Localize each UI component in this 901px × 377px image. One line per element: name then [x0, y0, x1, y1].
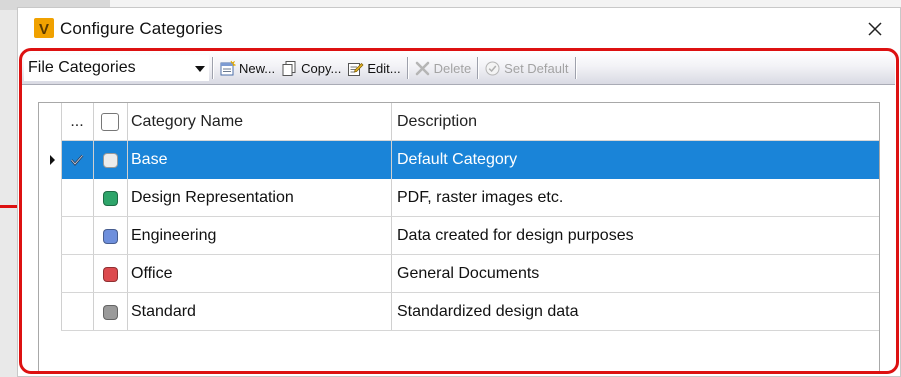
grid-header-row: ... Category Name Description [39, 103, 879, 141]
description-cell: General Documents [397, 265, 540, 282]
grid-line [93, 103, 94, 331]
description-cell: Data created for design purposes [397, 227, 634, 244]
configure-categories-dialog: V Configure Categories File Categories N… [17, 7, 901, 377]
column-header-category-name[interactable]: Category Name [127, 103, 391, 141]
column-header-description[interactable]: Description [391, 103, 879, 141]
grid-line [61, 330, 879, 331]
callout-connector-line [0, 205, 18, 208]
delete-button-label: Delete [433, 60, 472, 76]
category-type-dropdown[interactable]: File Categories [24, 55, 209, 81]
new-document-icon [219, 60, 236, 77]
chevron-down-icon[interactable] [192, 59, 208, 79]
default-marker-cell [61, 255, 93, 293]
edit-icon [347, 60, 364, 77]
column-header-color[interactable] [93, 103, 127, 141]
new-button[interactable]: New... [216, 55, 278, 81]
set-default-button-label: Set Default [504, 60, 569, 76]
delete-icon [414, 60, 431, 77]
toolbar-separator [477, 57, 479, 79]
edit-button-label: Edit... [367, 60, 401, 76]
copy-button[interactable]: Copy... [278, 55, 344, 81]
default-marker-cell [61, 141, 93, 179]
table-row[interactable]: Standard Standardized design data [39, 293, 879, 331]
set-default-button[interactable]: Set Default [481, 55, 571, 81]
copy-button-label: Copy... [301, 60, 342, 76]
toolbar-separator [574, 57, 576, 79]
category-name-cell: Office [131, 265, 173, 282]
description-cell: PDF, raster images etc. [397, 189, 564, 206]
header-checkbox[interactable] [101, 113, 119, 131]
toolbar: File Categories New... Copy... Edit... D… [22, 52, 895, 85]
color-swatch [102, 228, 118, 244]
category-name-cell: Base [131, 151, 168, 168]
dialog-title: Configure Categories [60, 19, 223, 38]
description-cell: Default Category [397, 151, 518, 168]
vault-logo-icon: V [34, 18, 54, 38]
default-marker-cell [61, 217, 93, 255]
row-indicator[interactable] [39, 179, 61, 217]
categories-grid: ... Category Name Description Base Defau… [38, 102, 880, 372]
default-marker-cell [61, 293, 93, 331]
category-name-cell: Standard [131, 303, 196, 320]
color-cell [93, 255, 127, 293]
grid-line [61, 292, 879, 293]
row-indicator[interactable] [39, 217, 61, 255]
grid-line [391, 103, 392, 331]
current-row-arrow-icon [50, 155, 55, 165]
category-type-value: File Categories [28, 59, 136, 76]
svg-text:V: V [39, 21, 49, 38]
category-name-cell: Design Representation [131, 189, 294, 206]
grid-line [61, 103, 62, 331]
checkmark-circle-icon [484, 60, 501, 77]
color-swatch [102, 190, 118, 206]
toolbar-separator [406, 57, 408, 79]
color-swatch [102, 304, 118, 320]
row-indicator[interactable] [39, 293, 61, 331]
table-row[interactable]: Base Default Category [39, 141, 879, 179]
color-cell [93, 141, 127, 179]
toolbar-separator [212, 57, 213, 79]
row-indicator[interactable] [39, 255, 61, 293]
edit-button[interactable]: Edit... [344, 55, 403, 81]
delete-button[interactable]: Delete [411, 55, 475, 81]
new-button-label: New... [239, 60, 276, 76]
title-bar: V Configure Categories [18, 8, 900, 50]
color-swatch [102, 152, 118, 168]
table-row[interactable]: Design Representation PDF, raster images… [39, 179, 879, 217]
default-checkmark-icon [70, 154, 84, 166]
color-cell [93, 293, 127, 331]
grid-line [61, 216, 879, 217]
grid-line [61, 254, 879, 255]
color-swatch [102, 266, 118, 282]
default-marker-cell [61, 179, 93, 217]
grid-line [61, 140, 879, 141]
category-name-cell: Engineering [131, 227, 217, 244]
column-header-default[interactable]: ... [61, 103, 93, 141]
table-row[interactable]: Engineering Data created for design purp… [39, 217, 879, 255]
row-indicator[interactable] [39, 141, 61, 179]
color-cell [93, 179, 127, 217]
grid-line [127, 103, 128, 331]
copy-icon [281, 60, 298, 77]
table-row[interactable]: Office General Documents [39, 255, 879, 293]
color-cell [93, 217, 127, 255]
description-cell: Standardized design data [397, 303, 579, 320]
close-button[interactable] [860, 14, 890, 44]
close-icon [868, 22, 882, 36]
